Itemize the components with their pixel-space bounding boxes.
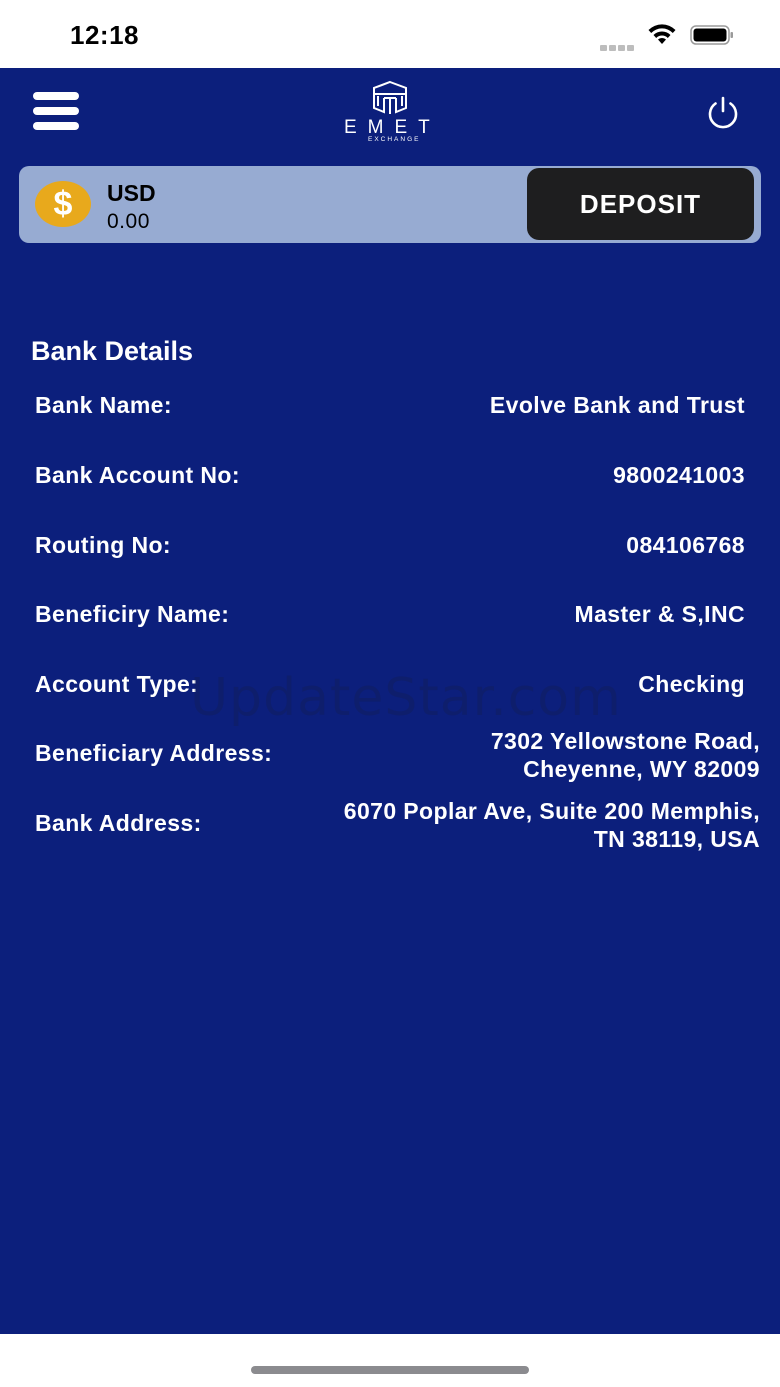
address-line-1: 6070 Poplar Ave, Suite 200 Memphis, — [343, 798, 760, 824]
wifi-icon — [648, 24, 676, 44]
home-indicator[interactable] — [251, 1366, 529, 1374]
status-time: 12:18 — [70, 20, 139, 50]
detail-label: Bank Address: — [35, 810, 202, 836]
emet-exchange-logo: EMET EXCHANGE — [344, 80, 441, 143]
status-bar: 12:18 — [0, 0, 780, 68]
detail-value: 9800241003 — [613, 462, 745, 488]
detail-value: Master & S,INC — [574, 601, 745, 627]
cellular-signal-icon — [600, 38, 636, 51]
detail-label: Bank Name: — [35, 392, 172, 418]
detail-label: Account Type: — [35, 671, 199, 697]
watermark: UpdateStar.com — [190, 668, 622, 728]
battery-icon — [690, 25, 733, 45]
logo-subtext: EXCHANGE — [368, 136, 420, 143]
detail-label: Beneficiry Name: — [35, 601, 230, 627]
app-screen: EMET EXCHANGE $ USD 0.00 DEPOSIT Bank De… — [0, 68, 780, 1334]
balance-card: $ USD 0.00 DEPOSIT — [19, 166, 761, 243]
detail-value: Checking — [638, 671, 745, 697]
hamburger-menu-icon[interactable] — [33, 92, 81, 132]
currency-label: USD — [107, 180, 156, 206]
detail-value: 084106768 — [626, 532, 745, 558]
detail-value: 6070 Poplar Ave, Suite 200 Memphis, TN 3… — [344, 797, 760, 853]
dollar-coin-icon: $ — [35, 181, 91, 227]
home-indicator-area — [0, 1334, 780, 1387]
power-icon[interactable] — [704, 94, 742, 132]
detail-label: Bank Account No: — [35, 462, 240, 488]
detail-label: Routing No: — [35, 532, 171, 558]
detail-value: 7302 Yellowstone Road, Cheyenne, WY 8200… — [491, 727, 760, 783]
section-title: Bank Details — [31, 336, 194, 366]
logo-text: EMET — [344, 117, 441, 138]
address-line-2: Cheyenne, WY 82009 — [523, 756, 760, 782]
address-line-1: 7302 Yellowstone Road, — [490, 728, 760, 754]
detail-value: Evolve Bank and Trust — [489, 392, 745, 418]
address-line-2: TN 38119, USA — [593, 826, 760, 852]
detail-label: Beneficiary Address: — [35, 740, 273, 766]
balance-amount: 0.00 — [107, 210, 150, 233]
deposit-button[interactable]: DEPOSIT — [527, 168, 754, 240]
